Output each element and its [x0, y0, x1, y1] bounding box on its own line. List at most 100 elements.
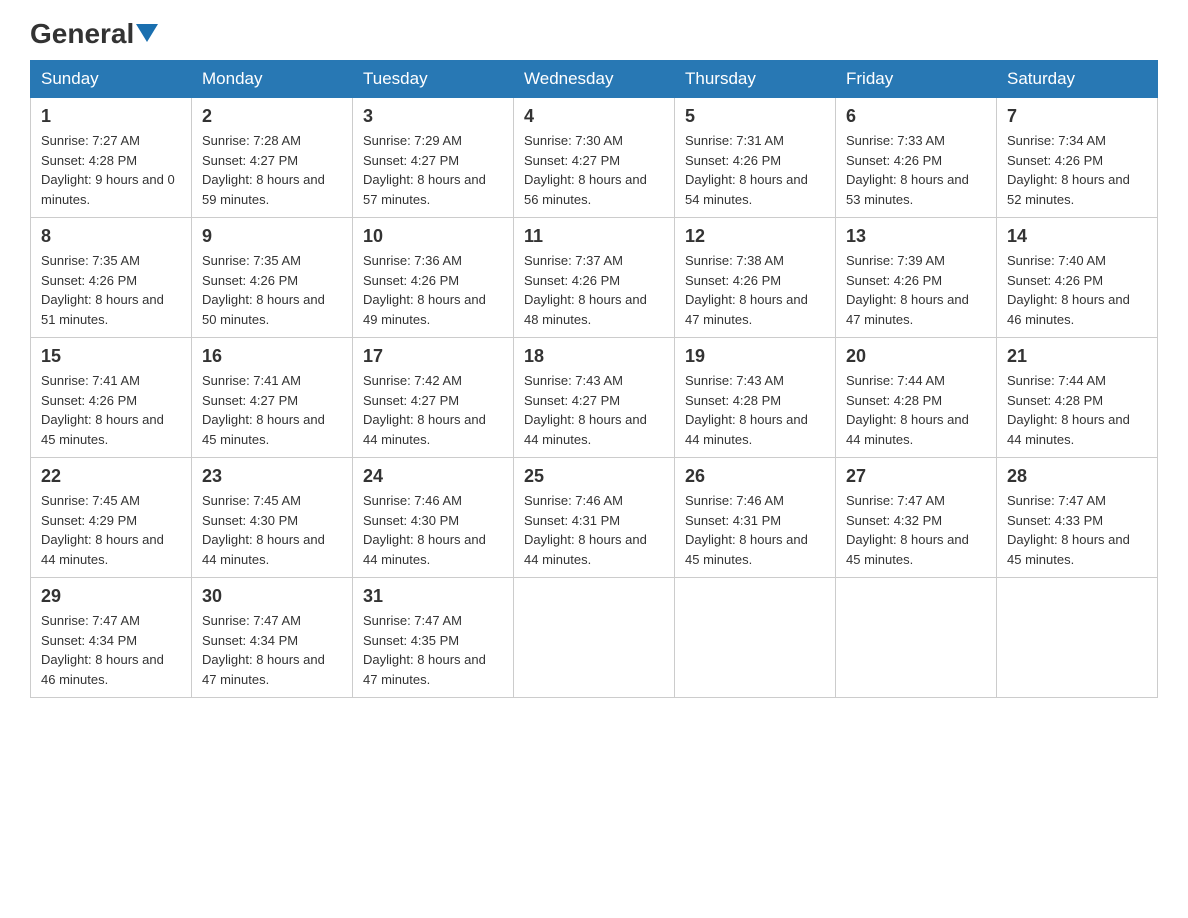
calendar-cell: 22 Sunrise: 7:45 AMSunset: 4:29 PMDaylig… — [31, 458, 192, 578]
day-number: 29 — [41, 586, 181, 607]
day-info: Sunrise: 7:46 AMSunset: 4:31 PMDaylight:… — [524, 491, 664, 569]
calendar-cell: 26 Sunrise: 7:46 AMSunset: 4:31 PMDaylig… — [675, 458, 836, 578]
logo-text-general: General — [30, 20, 134, 48]
calendar-week-row: 1 Sunrise: 7:27 AMSunset: 4:28 PMDayligh… — [31, 98, 1158, 218]
calendar-cell: 20 Sunrise: 7:44 AMSunset: 4:28 PMDaylig… — [836, 338, 997, 458]
day-info: Sunrise: 7:47 AMSunset: 4:34 PMDaylight:… — [41, 611, 181, 689]
calendar-cell: 18 Sunrise: 7:43 AMSunset: 4:27 PMDaylig… — [514, 338, 675, 458]
calendar-cell: 14 Sunrise: 7:40 AMSunset: 4:26 PMDaylig… — [997, 218, 1158, 338]
logo-arrow-icon — [136, 24, 158, 46]
day-number: 26 — [685, 466, 825, 487]
day-number: 11 — [524, 226, 664, 247]
day-number: 22 — [41, 466, 181, 487]
day-info: Sunrise: 7:46 AMSunset: 4:31 PMDaylight:… — [685, 491, 825, 569]
day-number: 1 — [41, 106, 181, 127]
calendar-cell: 31 Sunrise: 7:47 AMSunset: 4:35 PMDaylig… — [353, 578, 514, 698]
day-number: 30 — [202, 586, 342, 607]
calendar-week-row: 22 Sunrise: 7:45 AMSunset: 4:29 PMDaylig… — [31, 458, 1158, 578]
calendar-cell: 29 Sunrise: 7:47 AMSunset: 4:34 PMDaylig… — [31, 578, 192, 698]
calendar-cell: 1 Sunrise: 7:27 AMSunset: 4:28 PMDayligh… — [31, 98, 192, 218]
day-number: 19 — [685, 346, 825, 367]
calendar-cell: 7 Sunrise: 7:34 AMSunset: 4:26 PMDayligh… — [997, 98, 1158, 218]
day-info: Sunrise: 7:34 AMSunset: 4:26 PMDaylight:… — [1007, 131, 1147, 209]
day-number: 6 — [846, 106, 986, 127]
calendar-cell: 17 Sunrise: 7:42 AMSunset: 4:27 PMDaylig… — [353, 338, 514, 458]
day-info: Sunrise: 7:33 AMSunset: 4:26 PMDaylight:… — [846, 131, 986, 209]
day-number: 14 — [1007, 226, 1147, 247]
day-number: 28 — [1007, 466, 1147, 487]
calendar-cell: 4 Sunrise: 7:30 AMSunset: 4:27 PMDayligh… — [514, 98, 675, 218]
logo: General — [30, 20, 158, 50]
column-header-thursday: Thursday — [675, 61, 836, 98]
day-info: Sunrise: 7:38 AMSunset: 4:26 PMDaylight:… — [685, 251, 825, 329]
day-number: 9 — [202, 226, 342, 247]
calendar-cell: 21 Sunrise: 7:44 AMSunset: 4:28 PMDaylig… — [997, 338, 1158, 458]
column-header-saturday: Saturday — [997, 61, 1158, 98]
calendar-cell: 9 Sunrise: 7:35 AMSunset: 4:26 PMDayligh… — [192, 218, 353, 338]
day-number: 23 — [202, 466, 342, 487]
calendar-cell: 25 Sunrise: 7:46 AMSunset: 4:31 PMDaylig… — [514, 458, 675, 578]
day-info: Sunrise: 7:47 AMSunset: 4:34 PMDaylight:… — [202, 611, 342, 689]
day-info: Sunrise: 7:30 AMSunset: 4:27 PMDaylight:… — [524, 131, 664, 209]
day-number: 20 — [846, 346, 986, 367]
day-info: Sunrise: 7:37 AMSunset: 4:26 PMDaylight:… — [524, 251, 664, 329]
day-info: Sunrise: 7:43 AMSunset: 4:27 PMDaylight:… — [524, 371, 664, 449]
day-info: Sunrise: 7:29 AMSunset: 4:27 PMDaylight:… — [363, 131, 503, 209]
calendar-cell: 2 Sunrise: 7:28 AMSunset: 4:27 PMDayligh… — [192, 98, 353, 218]
day-info: Sunrise: 7:44 AMSunset: 4:28 PMDaylight:… — [846, 371, 986, 449]
column-header-wednesday: Wednesday — [514, 61, 675, 98]
calendar-cell: 3 Sunrise: 7:29 AMSunset: 4:27 PMDayligh… — [353, 98, 514, 218]
day-number: 7 — [1007, 106, 1147, 127]
day-info: Sunrise: 7:42 AMSunset: 4:27 PMDaylight:… — [363, 371, 503, 449]
day-number: 10 — [363, 226, 503, 247]
calendar-cell: 23 Sunrise: 7:45 AMSunset: 4:30 PMDaylig… — [192, 458, 353, 578]
day-info: Sunrise: 7:44 AMSunset: 4:28 PMDaylight:… — [1007, 371, 1147, 449]
calendar-cell: 24 Sunrise: 7:46 AMSunset: 4:30 PMDaylig… — [353, 458, 514, 578]
day-number: 27 — [846, 466, 986, 487]
calendar-cell: 8 Sunrise: 7:35 AMSunset: 4:26 PMDayligh… — [31, 218, 192, 338]
day-number: 13 — [846, 226, 986, 247]
calendar-cell — [997, 578, 1158, 698]
calendar-header-row: SundayMondayTuesdayWednesdayThursdayFrid… — [31, 61, 1158, 98]
calendar-cell: 6 Sunrise: 7:33 AMSunset: 4:26 PMDayligh… — [836, 98, 997, 218]
day-info: Sunrise: 7:47 AMSunset: 4:33 PMDaylight:… — [1007, 491, 1147, 569]
day-number: 24 — [363, 466, 503, 487]
calendar-cell: 15 Sunrise: 7:41 AMSunset: 4:26 PMDaylig… — [31, 338, 192, 458]
day-number: 5 — [685, 106, 825, 127]
day-info: Sunrise: 7:27 AMSunset: 4:28 PMDaylight:… — [41, 131, 181, 209]
calendar-cell: 27 Sunrise: 7:47 AMSunset: 4:32 PMDaylig… — [836, 458, 997, 578]
day-number: 21 — [1007, 346, 1147, 367]
column-header-sunday: Sunday — [31, 61, 192, 98]
calendar-cell: 30 Sunrise: 7:47 AMSunset: 4:34 PMDaylig… — [192, 578, 353, 698]
calendar-cell: 28 Sunrise: 7:47 AMSunset: 4:33 PMDaylig… — [997, 458, 1158, 578]
day-info: Sunrise: 7:40 AMSunset: 4:26 PMDaylight:… — [1007, 251, 1147, 329]
calendar-week-row: 8 Sunrise: 7:35 AMSunset: 4:26 PMDayligh… — [31, 218, 1158, 338]
column-header-tuesday: Tuesday — [353, 61, 514, 98]
day-info: Sunrise: 7:46 AMSunset: 4:30 PMDaylight:… — [363, 491, 503, 569]
calendar-cell — [514, 578, 675, 698]
column-header-friday: Friday — [836, 61, 997, 98]
column-header-monday: Monday — [192, 61, 353, 98]
calendar-week-row: 15 Sunrise: 7:41 AMSunset: 4:26 PMDaylig… — [31, 338, 1158, 458]
day-info: Sunrise: 7:35 AMSunset: 4:26 PMDaylight:… — [41, 251, 181, 329]
day-info: Sunrise: 7:43 AMSunset: 4:28 PMDaylight:… — [685, 371, 825, 449]
calendar-cell: 13 Sunrise: 7:39 AMSunset: 4:26 PMDaylig… — [836, 218, 997, 338]
day-info: Sunrise: 7:45 AMSunset: 4:29 PMDaylight:… — [41, 491, 181, 569]
calendar-cell: 5 Sunrise: 7:31 AMSunset: 4:26 PMDayligh… — [675, 98, 836, 218]
calendar-table: SundayMondayTuesdayWednesdayThursdayFrid… — [30, 60, 1158, 698]
day-number: 25 — [524, 466, 664, 487]
calendar-cell: 11 Sunrise: 7:37 AMSunset: 4:26 PMDaylig… — [514, 218, 675, 338]
day-number: 3 — [363, 106, 503, 127]
day-info: Sunrise: 7:31 AMSunset: 4:26 PMDaylight:… — [685, 131, 825, 209]
day-info: Sunrise: 7:47 AMSunset: 4:35 PMDaylight:… — [363, 611, 503, 689]
calendar-cell: 16 Sunrise: 7:41 AMSunset: 4:27 PMDaylig… — [192, 338, 353, 458]
day-info: Sunrise: 7:45 AMSunset: 4:30 PMDaylight:… — [202, 491, 342, 569]
day-info: Sunrise: 7:41 AMSunset: 4:27 PMDaylight:… — [202, 371, 342, 449]
calendar-cell: 19 Sunrise: 7:43 AMSunset: 4:28 PMDaylig… — [675, 338, 836, 458]
day-number: 17 — [363, 346, 503, 367]
day-number: 31 — [363, 586, 503, 607]
day-number: 8 — [41, 226, 181, 247]
day-info: Sunrise: 7:47 AMSunset: 4:32 PMDaylight:… — [846, 491, 986, 569]
calendar-cell — [836, 578, 997, 698]
day-info: Sunrise: 7:39 AMSunset: 4:26 PMDaylight:… — [846, 251, 986, 329]
